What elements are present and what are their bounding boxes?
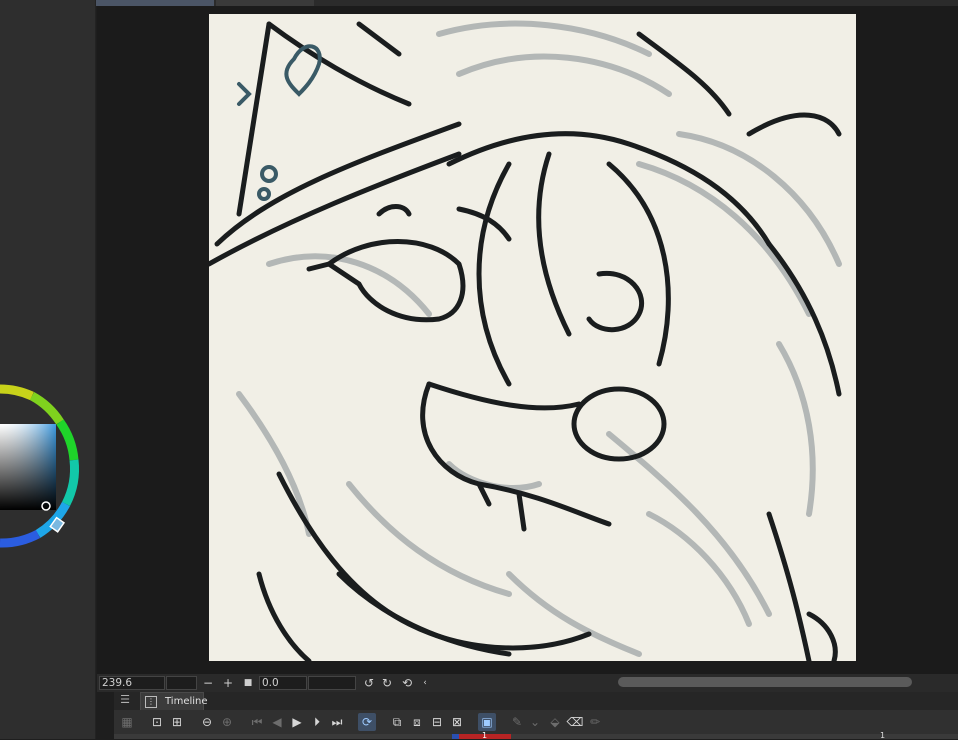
next-frame-icon[interactable]: ⏵ xyxy=(308,713,326,731)
brush-icon[interactable]: ✏ xyxy=(586,713,604,731)
rotate-right-icon[interactable]: ↻ xyxy=(379,675,395,691)
loop-icon[interactable]: ⟳ xyxy=(358,713,376,731)
previous-frame-icon[interactable]: ◀ xyxy=(268,713,286,731)
reset-button[interactable]: ■ xyxy=(240,675,256,691)
zoom-in-button[interactable]: + xyxy=(220,675,236,691)
play-icon[interactable]: ▶ xyxy=(288,713,306,731)
drawing-canvas[interactable] xyxy=(209,14,856,661)
rotate-left-icon[interactable]: ↺ xyxy=(361,675,377,691)
zoom-field[interactable]: 239.6 xyxy=(99,676,165,690)
horizontal-scrollbar[interactable] xyxy=(618,677,912,687)
folder-icon[interactable]: ⊡ xyxy=(148,713,166,731)
chevron-down-icon[interactable]: ⌄ xyxy=(526,713,544,731)
zoom-in-icon[interactable]: ⊕ xyxy=(218,713,236,731)
rotation-field[interactable]: 0.0 xyxy=(259,676,307,690)
new-animation-cel-icon[interactable]: ⧉ xyxy=(388,713,406,731)
fill-icon[interactable]: ⬙ xyxy=(546,713,564,731)
flip-icon[interactable]: ‹ xyxy=(417,675,433,691)
eraser-icon[interactable]: ⌫ xyxy=(566,713,584,731)
new-timeline-icon[interactable]: ▦ xyxy=(118,713,136,731)
sketch-artwork xyxy=(209,20,842,661)
first-frame-icon[interactable]: ⏮ xyxy=(248,713,266,731)
zoom-out-button[interactable]: − xyxy=(200,675,216,691)
camera-icon[interactable]: ⊟ xyxy=(428,713,446,731)
color-panel xyxy=(0,0,96,739)
timeline-tab-label: Timeline xyxy=(165,696,208,707)
new-folder-icon[interactable]: ⊞ xyxy=(168,713,186,731)
timeline-frame-strip[interactable] xyxy=(114,734,958,739)
timeline-tab-icon: ⋮ xyxy=(145,696,157,708)
last-frame-icon[interactable]: ⏭ xyxy=(328,713,346,731)
playhead-blue xyxy=(452,734,459,739)
pen-keyframe-icon[interactable]: ✎ xyxy=(508,713,526,731)
keyframe-icon[interactable]: ⊠ xyxy=(448,713,466,731)
tab-timeline[interactable]: ⋮ Timeline xyxy=(140,692,208,712)
menu-icon[interactable]: ☰ xyxy=(118,693,132,707)
zoom-slider[interactable] xyxy=(166,676,197,690)
rotation-slider[interactable] xyxy=(308,676,356,690)
reset-rotation-icon[interactable]: ⟲ xyxy=(399,675,415,691)
zoom-out-icon[interactable]: ⊖ xyxy=(198,713,216,731)
color-wheel[interactable] xyxy=(0,384,98,550)
specify-cels-icon[interactable]: ⧈ xyxy=(408,713,426,731)
onion-skin-icon[interactable]: ▣ xyxy=(478,713,496,731)
timeline-header xyxy=(114,692,958,710)
